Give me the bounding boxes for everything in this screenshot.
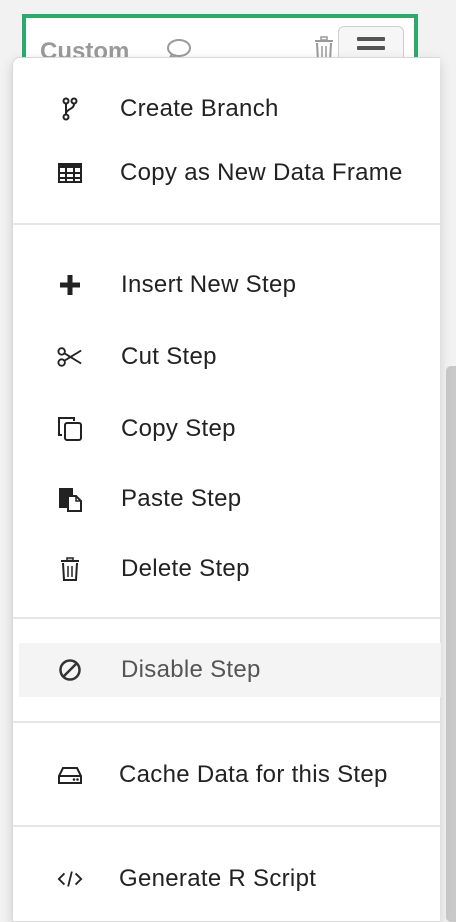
trash-icon: [57, 556, 83, 582]
menu-item-cut-step[interactable]: Cut Step: [13, 331, 441, 381]
scissors-icon: [57, 344, 83, 370]
menu-item-delete-step[interactable]: Delete Step: [13, 543, 441, 593]
menu-item-paste-step[interactable]: Paste Step: [13, 473, 441, 523]
table-icon: [57, 160, 83, 186]
copy-icon: [57, 416, 83, 442]
menu-item-copy-data-frame[interactable]: Copy as New Data Frame: [13, 147, 441, 197]
menu-item-cache-data[interactable]: Cache Data for this Step: [13, 749, 441, 799]
menu-item-disable-step[interactable]: Disable Step: [19, 643, 441, 697]
menu-item-create-branch[interactable]: Create Branch: [13, 83, 441, 133]
menu-item-label: Delete Step: [121, 555, 250, 582]
branch-icon: [57, 96, 83, 122]
menu-item-generate-r-script[interactable]: Generate R Script: [13, 853, 441, 903]
menu-divider: [13, 617, 441, 619]
menu-item-label: Copy as New Data Frame: [120, 159, 403, 186]
menu-item-label: Disable Step: [121, 656, 261, 683]
menu-item-copy-step[interactable]: Copy Step: [13, 403, 441, 453]
menu-item-label: Paste Step: [121, 485, 242, 512]
menu-item-label: Cache Data for this Step: [119, 761, 388, 788]
code-icon: [57, 866, 83, 892]
step-context-menu: Create Branch Copy as New Data Frame Ins…: [12, 57, 441, 922]
drive-icon: [57, 762, 83, 788]
menu-item-insert-step[interactable]: Insert New Step: [13, 259, 441, 309]
plus-icon: [57, 272, 83, 298]
menu-divider: [13, 825, 441, 827]
menu-item-label: Create Branch: [120, 95, 279, 122]
menu-icon: [357, 37, 385, 41]
menu-divider: [13, 721, 441, 723]
disable-icon: [57, 657, 83, 683]
menu-item-label: Insert New Step: [121, 271, 297, 298]
paste-icon: [57, 486, 83, 512]
menu-divider: [13, 223, 441, 225]
menu-item-label: Generate R Script: [119, 865, 317, 892]
menu-item-label: Copy Step: [121, 415, 236, 442]
menu-item-label: Cut Step: [121, 343, 217, 370]
scrollbar[interactable]: [446, 366, 456, 922]
